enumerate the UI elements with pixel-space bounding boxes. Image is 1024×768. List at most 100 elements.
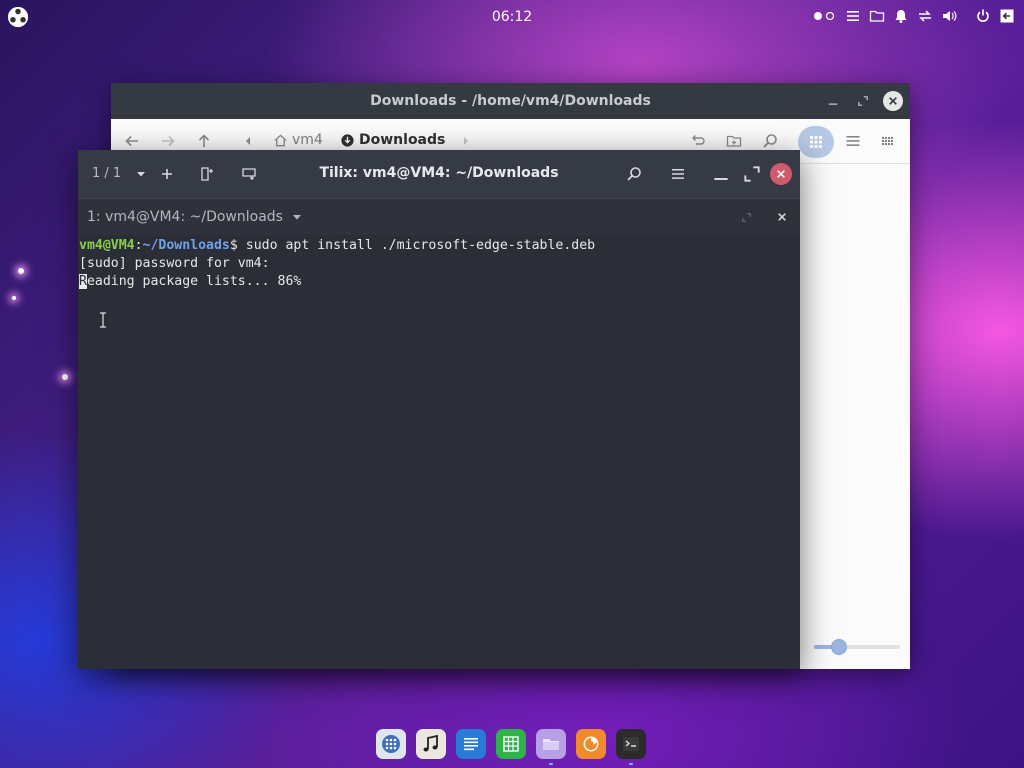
terminal-maximize-button[interactable] [742, 164, 762, 184]
minimize-button[interactable] [823, 91, 843, 111]
breadcrumb-home[interactable]: vm4 [273, 132, 323, 148]
download-icon [341, 133, 354, 147]
prompt-separator: : [134, 238, 143, 253]
running-indicator [549, 763, 553, 765]
prompt-symbol: $ [229, 238, 246, 253]
history-icon [692, 135, 705, 145]
terminal-output[interactable]: vm4@VM4:~/Downloads$ sudo apt install ./… [78, 236, 800, 669]
list-view-icon [846, 136, 860, 146]
dock-terminal[interactable] [616, 729, 646, 765]
close-icon [778, 213, 786, 221]
running-indicator [629, 763, 633, 765]
app-grid-icon [382, 735, 400, 753]
prompt-path: ~/Downloads [142, 238, 230, 253]
text-cursor: R [79, 274, 87, 289]
terminal-icon [623, 737, 639, 751]
crumb-left-icon [246, 137, 250, 145]
mouse-ibeam-cursor-icon [100, 312, 106, 328]
file-manager-titlebar[interactable]: Downloads - /home/vm4/Downloads [111, 83, 910, 119]
new-folder-icon [726, 135, 742, 147]
wallpaper-sparkle [62, 374, 68, 380]
zoom-slider[interactable] [814, 639, 900, 655]
crumb-right-icon [464, 137, 468, 145]
system-tray [812, 7, 1016, 25]
pane-maximize-button[interactable] [738, 209, 754, 225]
terminal-menu-button[interactable] [668, 164, 688, 184]
breadcrumb-downloads-label: Downloads [359, 132, 446, 148]
dock-app-grid[interactable] [376, 729, 406, 759]
terminal-minimize-button[interactable] [711, 164, 731, 184]
zoom-slider-handle[interactable] [831, 639, 848, 655]
grid-view-icon [810, 136, 822, 148]
compact-view-icon [882, 137, 893, 145]
back-button[interactable] [122, 131, 142, 151]
up-icon [198, 134, 210, 147]
network-icon[interactable] [916, 7, 934, 25]
terminal-line: vm4@VM4:~/Downloads$ sudo apt install ./… [79, 237, 799, 255]
volume-icon[interactable] [940, 7, 958, 25]
wallpaper-sparkle [12, 296, 16, 300]
music-icon [423, 734, 438, 752]
workspace-dots-icon[interactable] [812, 7, 838, 25]
forward-button[interactable] [158, 131, 178, 151]
terminal-window: 1 / 1 Tilix: vm4@VM4: ~/Downloads 1: vm4… [78, 150, 800, 669]
terminal-line: [sudo] password for vm4: [79, 256, 270, 271]
hamburger-menu-icon [672, 169, 684, 179]
grid-view-button[interactable] [798, 126, 834, 158]
dock-text-editor[interactable] [456, 729, 486, 759]
spreadsheet-icon [503, 736, 519, 752]
maximize-icon [741, 212, 751, 222]
compact-view-button[interactable] [878, 131, 898, 151]
maximize-button[interactable] [853, 91, 873, 111]
files-icon [543, 739, 559, 750]
new-folder-button[interactable] [724, 131, 744, 151]
top-panel: 06:12 [0, 0, 1024, 34]
breadcrumb-scroll-left[interactable] [238, 131, 258, 151]
breadcrumb-home-label: vm4 [292, 132, 323, 148]
terminal-pane-titlebar[interactable]: 1: vm4@VM4: ~/Downloads [78, 198, 800, 235]
maximize-icon [858, 96, 868, 106]
logout-icon[interactable] [998, 7, 1016, 25]
terminal-line: Reading package lists... 86% [79, 273, 799, 291]
folder-icon[interactable] [868, 7, 886, 25]
bell-icon[interactable] [892, 7, 910, 25]
breadcrumb-downloads[interactable]: Downloads [340, 132, 445, 148]
terminal-search-button[interactable] [624, 164, 644, 184]
list-view-button[interactable] [843, 131, 863, 151]
close-icon [889, 97, 897, 105]
wallpaper-sparkle [18, 268, 24, 274]
terminal-pane-menu[interactable]: 1: vm4@VM4: ~/Downloads [87, 209, 303, 225]
terminal-title: Tilix: vm4@VM4: ~/Downloads [319, 165, 559, 181]
terminal-headerbar[interactable]: 1 / 1 Tilix: vm4@VM4: ~/Downloads [78, 150, 800, 198]
dock-firefox[interactable] [576, 729, 606, 759]
forward-icon [162, 135, 175, 147]
firefox-icon [583, 736, 599, 752]
terminal-pane-title: 1: vm4@VM4: ~/Downloads [87, 209, 283, 225]
terminal-line-text: eading package lists... 86% [86, 274, 302, 289]
minimize-icon [828, 103, 838, 105]
breadcrumb-scroll-right[interactable] [456, 131, 476, 151]
home-icon [274, 133, 287, 146]
dock-spreadsheet[interactable] [496, 729, 526, 759]
text-editor-icon [464, 738, 478, 751]
maximize-icon [744, 166, 760, 182]
file-manager-title: Downloads - /home/vm4/Downloads [370, 93, 651, 109]
terminal-close-button[interactable] [770, 163, 792, 185]
search-icon [763, 134, 777, 148]
dock-music[interactable] [416, 729, 446, 759]
menu-icon[interactable] [844, 7, 862, 25]
search-icon [627, 167, 641, 181]
back-icon [125, 135, 138, 147]
power-icon[interactable] [974, 7, 992, 25]
dock-files[interactable] [536, 729, 566, 765]
history-button[interactable] [688, 131, 708, 151]
close-button[interactable] [883, 91, 903, 111]
chevron-down-icon [292, 215, 301, 220]
command-text: sudo apt install ./microsoft-edge-stable… [245, 238, 596, 253]
search-button[interactable] [760, 131, 780, 151]
up-button[interactable] [194, 131, 214, 151]
dock [376, 729, 646, 765]
pane-close-button[interactable] [774, 209, 790, 225]
minimize-icon [714, 178, 728, 180]
close-icon [777, 170, 785, 178]
